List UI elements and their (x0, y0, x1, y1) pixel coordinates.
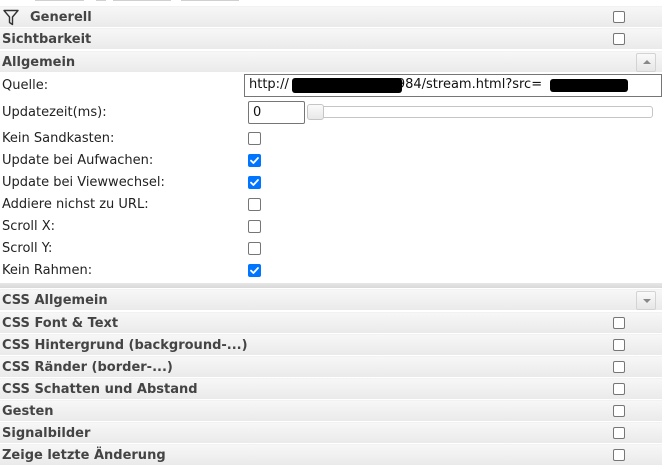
row-kein-sandkasten: Kein Sandkasten: (0, 128, 662, 150)
chevron-up-icon (643, 60, 651, 64)
quelle-value-prefix: http:// (249, 77, 289, 92)
updatezeit-label: Updatezeit(ms): (2, 105, 107, 120)
update-bei-aufwachen-checkbox[interactable] (248, 154, 261, 167)
chevron-down-icon (643, 299, 651, 303)
scroll-y-label: Scroll Y: (2, 241, 53, 256)
row-update-bei-viewwechsel: Update bei Viewwechsel: (0, 172, 662, 194)
group-title: CSS Schatten und Abstand (2, 382, 198, 397)
group-title: Zeige letzte Änderung (2, 448, 166, 463)
kein-rahmen-checkbox[interactable] (248, 264, 261, 277)
group-gesten[interactable]: Gesten (0, 400, 662, 422)
kein-rahmen-label: Kein Rahmen: (2, 263, 93, 278)
row-update-bei-aufwachen: Update bei Aufwachen: (0, 150, 662, 172)
group-title: Signalbilder (2, 426, 91, 441)
group-css-font-text[interactable]: CSS Font & Text (0, 312, 662, 334)
group-title: CSS Ränder (border-...) (2, 360, 173, 375)
group-css-hintergrund-checkbox[interactable] (613, 339, 625, 351)
quelle-value-mid: 984/stream.html?src= (396, 77, 543, 92)
group-title: Sichtbarkeit (2, 32, 92, 47)
group-css-raender[interactable]: CSS Ränder (border-...) (0, 356, 662, 378)
group-title: CSS Allgemein (2, 293, 108, 308)
scroll-y-checkbox[interactable] (248, 242, 261, 255)
group-css-schatten[interactable]: CSS Schatten und Abstand (0, 378, 662, 400)
group-title: Generell (30, 10, 92, 25)
group-title: CSS Font & Text (2, 316, 119, 331)
group-title: CSS Hintergrund (background-...) (2, 338, 248, 353)
section-divider (0, 283, 662, 288)
row-kein-rahmen: Kein Rahmen: (0, 260, 662, 282)
redaction-box (550, 79, 628, 92)
group-generell-checkbox[interactable] (613, 11, 625, 23)
addiere-nichst-zu-url-checkbox[interactable] (248, 198, 261, 211)
quelle-label: Quelle: (2, 78, 49, 93)
checkmark-icon (250, 179, 259, 186)
updatezeit-slider[interactable] (308, 106, 653, 118)
kein-sandkasten-label: Kein Sandkasten: (2, 131, 115, 146)
group-css-schatten-checkbox[interactable] (613, 383, 625, 395)
group-zeige-letzte-aenderung-checkbox[interactable] (613, 449, 625, 461)
addiere-nichst-zu-url-label: Addiere nichst zu URL: (2, 197, 149, 212)
row-scroll-x: Scroll X: (0, 216, 662, 238)
update-bei-aufwachen-label: Update bei Aufwachen: (2, 153, 154, 168)
checkmark-icon (250, 267, 259, 274)
group-gesten-checkbox[interactable] (613, 405, 625, 417)
row-addiere-nichst-zu-url: Addiere nichst zu URL: (0, 194, 662, 216)
checkmark-icon (250, 157, 259, 164)
properties-panel: Generell Sichtbarkeit Allgemein Quelle: … (0, 0, 662, 471)
update-bei-viewwechsel-label: Update bei Viewwechsel: (2, 175, 165, 190)
group-sichtbarkeit-checkbox[interactable] (613, 33, 625, 45)
group-css-hintergrund[interactable]: CSS Hintergrund (background-...) (0, 334, 662, 356)
filter-icon[interactable] (3, 9, 19, 26)
group-signalbilder[interactable]: Signalbilder (0, 422, 662, 444)
updatezeit-input[interactable]: 0 (248, 101, 305, 124)
group-zeige-letzte-aenderung[interactable]: Zeige letzte Änderung (0, 444, 662, 466)
group-css-font-text-checkbox[interactable] (613, 317, 625, 329)
group-allgemein[interactable]: Allgemein (0, 51, 662, 73)
row-scroll-y: Scroll Y: (0, 238, 662, 260)
group-sichtbarkeit[interactable]: Sichtbarkeit (0, 28, 662, 50)
top-border (0, 0, 662, 4)
collapse-button[interactable] (636, 53, 656, 72)
expand-button[interactable] (636, 291, 656, 310)
group-css-raender-checkbox[interactable] (613, 361, 625, 373)
group-generell[interactable]: Generell (0, 6, 662, 28)
kein-sandkasten-checkbox[interactable] (248, 132, 261, 145)
group-signalbilder-checkbox[interactable] (613, 427, 625, 439)
group-title: Gesten (2, 404, 54, 419)
redaction-box (292, 78, 402, 93)
update-bei-viewwechsel-checkbox[interactable] (248, 176, 261, 189)
scroll-x-checkbox[interactable] (248, 220, 261, 233)
scroll-x-label: Scroll X: (2, 219, 56, 234)
group-css-allgemein[interactable]: CSS Allgemein (0, 289, 662, 311)
slider-handle[interactable] (307, 104, 324, 120)
group-title: Allgemein (2, 55, 76, 70)
